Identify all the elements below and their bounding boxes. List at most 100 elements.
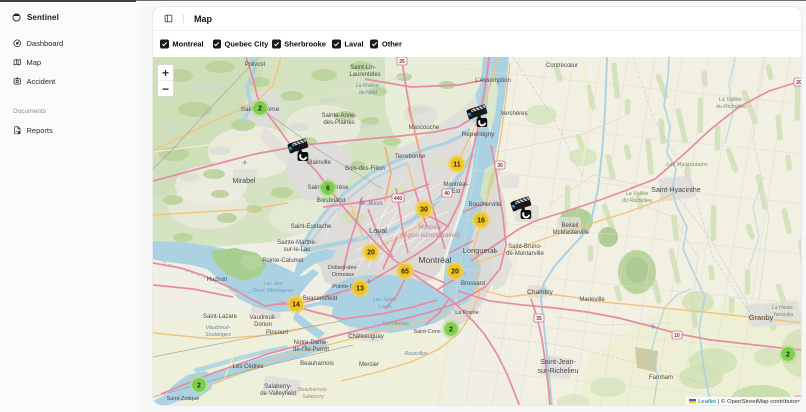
svg-text:Bois-des-Filion: Bois-des-Filion <box>345 166 385 172</box>
svg-text:Laurentides: Laurentides <box>349 72 380 78</box>
svg-text:Ormeaux: Ormeaux <box>332 272 355 278</box>
svg-text:sur-le-Lac: sur-le-Lac <box>284 247 311 253</box>
svg-text:Boisbriand: Boisbriand <box>317 198 345 204</box>
svg-text:Saint-Hyacinthe: Saint-Hyacinthe <box>651 187 701 194</box>
svg-text:des-Plaines: des-Plaines <box>323 120 354 126</box>
svg-text:Mirabel: Mirabel <box>233 178 256 185</box>
svg-text:Kahnawake: Kahnawake <box>383 321 409 327</box>
svg-text:Louis: Louis <box>378 304 391 310</box>
svg-text:Salaberry-: Salaberry- <box>264 384 292 390</box>
svg-text:Laval: Laval <box>369 226 387 235</box>
svg-text:La Vallée: La Vallée <box>626 191 649 197</box>
svg-text:Beaconsfield: Beaconsfield <box>303 296 337 302</box>
svg-text:(région administrative): (région administrative) <box>400 233 459 239</box>
svg-text:L’Assomption: L’Assomption <box>475 78 511 84</box>
svg-text:Contrecœur: Contrecœur <box>546 63 578 69</box>
svg-text:Lac des: Lac des <box>263 281 283 287</box>
svg-text:✈: ✈ <box>242 160 248 167</box>
svg-text:10: 10 <box>674 333 680 339</box>
svg-text:Montréal-: Montréal- <box>443 182 468 188</box>
svg-text:de-Valleyfield: de-Valleyfield <box>260 391 296 397</box>
svg-text:Salaberry: Salaberry <box>302 394 324 400</box>
svg-text:13: 13 <box>356 286 364 293</box>
svg-text:20: 20 <box>796 80 802 86</box>
svg-text:Les Cèdres: Les Cèdres <box>233 364 264 370</box>
svg-text:2: 2 <box>197 383 201 390</box>
svg-text:Saint-Zotique: Saint-Zotique <box>167 396 200 402</box>
svg-text:Montréal: Montréal <box>418 255 451 265</box>
svg-text:65: 65 <box>401 269 409 276</box>
svg-text:Terrebonne: Terrebonne <box>395 154 426 160</box>
svg-text:Chambly: Chambly <box>527 289 553 296</box>
svg-text:2: 2 <box>786 352 790 359</box>
svg-text:16: 16 <box>477 218 485 225</box>
svg-text:Montréal: Montréal <box>418 225 442 231</box>
svg-text:Sainte-Marthe-: Sainte-Marthe- <box>277 240 317 246</box>
svg-text:Saint-Eustache: Saint-Eustache <box>291 224 332 230</box>
svg-text:Dorion: Dorion <box>254 322 272 328</box>
svg-text:Longueuil: Longueuil <box>463 246 496 255</box>
svg-text:25: 25 <box>399 59 405 65</box>
svg-text:Saint-Jean-: Saint-Jean- <box>540 359 576 366</box>
svg-text:Hudson: Hudson <box>207 277 228 283</box>
svg-text:Repentigny: Repentigny <box>462 131 496 138</box>
svg-text:Pincourt: Pincourt <box>266 330 288 336</box>
svg-text:6: 6 <box>326 186 330 193</box>
svg-text:11: 11 <box>453 162 461 169</box>
svg-text:du-Nord: du-Nord <box>359 90 377 96</box>
svg-text:Vaudreuil-: Vaudreuil- <box>250 315 277 321</box>
svg-text:Soulanges: Soulanges <box>205 332 231 338</box>
svg-text:Boucherville: Boucherville <box>469 202 502 208</box>
svg-text:Les Maskoutains: Les Maskoutains <box>666 162 708 168</box>
svg-text:Blainville: Blainville <box>307 160 331 166</box>
svg-text:McMasterville: McMasterville <box>553 230 590 236</box>
svg-text:Beauharnois-: Beauharnois- <box>298 387 328 393</box>
svg-text:Saint-Lazare: Saint-Lazare <box>203 314 238 320</box>
svg-text:2: 2 <box>258 106 262 113</box>
svg-text:Île Jésus: Île Jésus <box>359 200 383 207</box>
svg-text:sur-Richelieu: sur-Richelieu <box>538 368 579 375</box>
svg-text:Pointe-C: Pointe-C <box>332 284 353 290</box>
svg-text:Deux Montagnes: Deux Montagnes <box>252 288 294 294</box>
svg-text:✈: ✈ <box>493 249 499 256</box>
svg-text:Verchères: Verchères <box>500 111 527 117</box>
svg-text:440: 440 <box>394 196 403 202</box>
svg-text:Beauharnois: Beauharnois <box>300 361 334 367</box>
svg-text:Prévost: Prévost <box>245 62 266 68</box>
svg-text:Farnham: Farnham <box>649 375 673 381</box>
svg-text:Granby: Granby <box>749 313 774 322</box>
svg-text:Roussillon: Roussillon <box>404 351 427 357</box>
svg-text:de-l’Île-Perrot: de-l’Île-Perrot <box>293 346 329 353</box>
svg-text:La Haute-: La Haute- <box>772 305 794 311</box>
svg-text:✈: ✈ <box>650 324 656 331</box>
svg-text:30: 30 <box>497 163 503 169</box>
svg-text:Belœil: Belœil <box>561 223 578 229</box>
svg-text:du-Richelieu: du-Richelieu <box>716 104 747 110</box>
svg-text:La Rivière-: La Rivière- <box>356 83 381 89</box>
svg-text:La Vallée-: La Vallée- <box>719 97 744 103</box>
svg-text:Notre-Dame-: Notre-Dame- <box>294 340 329 346</box>
svg-text:Saint-Lin-: Saint-Lin- <box>350 65 376 71</box>
svg-text:2: 2 <box>449 327 453 334</box>
svg-text:40: 40 <box>444 191 450 197</box>
svg-text:Marieville: Marieville <box>579 297 605 303</box>
svg-text:Mercier: Mercier <box>359 362 379 368</box>
svg-text:14: 14 <box>292 302 300 309</box>
svg-text:La Prairie: La Prairie <box>455 310 479 316</box>
svg-text:Mascouche: Mascouche <box>409 125 440 131</box>
svg-text:Saint-Bruno-: Saint-Bruno- <box>508 244 542 250</box>
svg-text:20: 20 <box>451 269 459 276</box>
svg-text:35: 35 <box>536 316 542 322</box>
svg-text:Lac Saint-: Lac Saint- <box>373 297 398 303</box>
svg-text:Pointe-Calumet: Pointe-Calumet <box>262 258 304 264</box>
svg-text:Saint-Cons: Saint-Cons <box>413 329 440 335</box>
svg-text:Brossard: Brossard <box>461 281 485 287</box>
svg-text:Sainte-Anne-: Sainte-Anne- <box>321 113 356 119</box>
svg-text:Châteauguay: Châteauguay <box>348 334 384 340</box>
svg-text:du Richelieu: du Richelieu <box>622 198 652 204</box>
svg-text:Vaudreuil-: Vaudreuil- <box>206 325 231 331</box>
svg-text:30: 30 <box>420 207 428 214</box>
svg-text:Yamaska: Yamaska <box>773 312 794 318</box>
svg-text:Est: Est <box>452 189 461 195</box>
svg-text:Dollard-des-: Dollard-des- <box>328 265 358 271</box>
